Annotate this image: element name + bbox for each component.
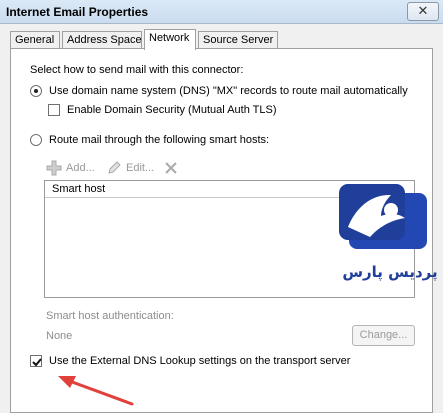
tab-address-space[interactable]: Address Space [62, 31, 142, 49]
smart-host-column-label: Smart host [52, 183, 106, 195]
close-button[interactable]: ✕ [407, 2, 439, 21]
add-button-label: Add... [66, 162, 95, 174]
tab-network-label: Network [149, 32, 190, 44]
tab-address-space-label: Address Space [67, 34, 142, 46]
dns-radio-label: Use domain name system (DNS) "MX" record… [49, 85, 408, 97]
external-dns-label: Use the External DNS Lookup settings on … [49, 355, 351, 367]
smarthost-radio-label: Route mail through the following smart h… [49, 134, 270, 146]
external-dns-checkbox[interactable] [30, 355, 42, 367]
logo-dot [384, 203, 398, 217]
dns-radio[interactable] [30, 85, 42, 97]
smarthost-radio[interactable] [30, 134, 42, 146]
title-bar: Internet Email Properties ✕ [0, 0, 443, 24]
auth-label: Smart host authentication: [46, 310, 174, 322]
edit-button[interactable]: Edit... [106, 160, 158, 176]
edit-button-label: Edit... [126, 162, 155, 174]
tab-network[interactable]: Network [144, 29, 196, 50]
domain-security-label: Enable Domain Security (Mutual Auth TLS) [67, 104, 277, 116]
logo-text: پردیس پارس [342, 263, 437, 282]
change-auth-button-label: Change... [359, 329, 408, 341]
send-method-label: Select how to send mail with this connec… [30, 64, 244, 76]
add-button[interactable]: Add... [46, 160, 102, 176]
change-auth-button[interactable]: Change... [352, 325, 415, 346]
checkmark-icon [32, 358, 42, 367]
tab-source-server[interactable]: Source Server [198, 31, 278, 49]
delete-x-icon [165, 162, 177, 174]
tab-general-label: General [15, 34, 55, 46]
domain-security-checkbox[interactable] [48, 104, 60, 116]
tab-general[interactable]: General [10, 31, 60, 49]
tab-source-server-label: Source Server [203, 34, 274, 46]
add-icon [46, 160, 62, 176]
edit-pencil-icon [108, 161, 121, 174]
window-title: Internet Email Properties [6, 5, 149, 19]
auth-value: None [46, 330, 73, 342]
close-icon: ✕ [417, 4, 429, 19]
radio-selected-dot [34, 89, 38, 93]
pardis-pars-logo: پردیس پارس [336, 181, 442, 291]
delete-button[interactable] [163, 160, 179, 176]
